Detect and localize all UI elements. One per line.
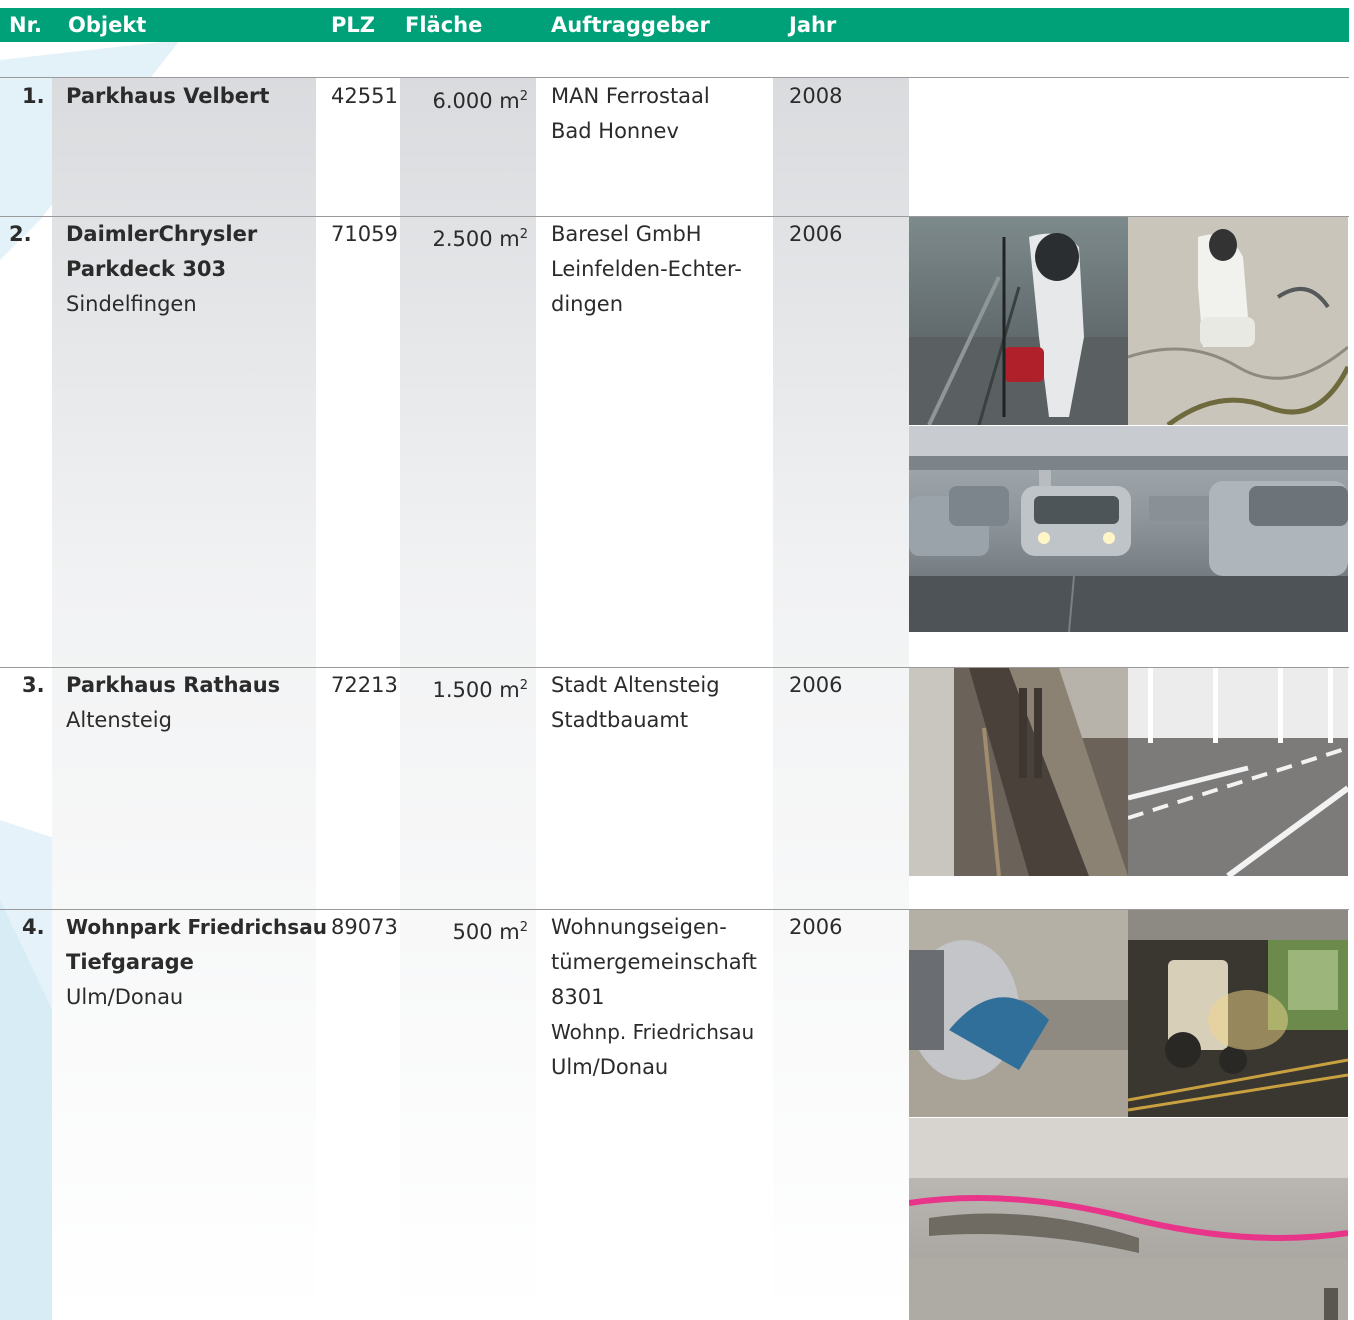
row-auftraggeber-line: MAN Ferrostaal xyxy=(551,84,710,108)
parking-deck-cars-photo xyxy=(909,426,1348,632)
row-objekt-title: Parkhaus Rathaus xyxy=(66,673,281,697)
row-flaeche: 1.500 m2 xyxy=(400,668,528,708)
row-objekt-title: Tiefgarage xyxy=(66,950,194,974)
row-auftraggeber-line: dingen xyxy=(551,292,624,316)
row-jahr: 2006 xyxy=(789,915,843,939)
row-objekt-title: Parkdeck 303 xyxy=(66,257,227,281)
row-plz: 42551 xyxy=(331,84,398,108)
garage-machine-photo xyxy=(1128,910,1348,1117)
row-auftraggeber-line: Bad Honnev xyxy=(551,119,679,143)
row-objekt-location: Sindelfingen xyxy=(66,292,197,316)
header-nr: Nr. xyxy=(9,13,42,37)
header-flaeche: Fläche xyxy=(405,13,483,37)
flaeche-unit-sup: 2 xyxy=(519,227,528,242)
worker-blasting-photo xyxy=(909,217,1128,425)
row-nr: 2. xyxy=(9,222,32,246)
row-flaeche: 2.500 m2 xyxy=(400,217,528,257)
header-plz: PLZ xyxy=(331,13,375,37)
row-flaeche: 6.000 m2 xyxy=(400,79,528,119)
row-auftraggeber-line: Ulm/Donau xyxy=(551,1055,669,1079)
row-objekt-location: Ulm/Donau xyxy=(66,985,184,1009)
reference-list-page: Nr. Objekt PLZ Fläche Auftraggeber Jahr … xyxy=(0,0,1354,1320)
row-objekt-location: Altensteig xyxy=(66,708,172,732)
row-nr: 1. xyxy=(22,84,45,108)
flaeche-value: 1.500 m xyxy=(432,678,520,702)
row-objekt-title: Parkhaus Velbert xyxy=(66,84,270,108)
row-flaeche: 500 m2 xyxy=(400,910,529,950)
row-objekt-title: DaimlerChrysler xyxy=(66,222,258,246)
worker-crack-repair-photo xyxy=(1128,217,1348,425)
coated-parking-floor-photo xyxy=(1128,668,1348,876)
row-plz: 72213 xyxy=(331,673,398,697)
flaeche-unit-sup: 2 xyxy=(519,678,528,693)
row-plz: 89073 xyxy=(331,915,398,939)
row-auftraggeber-line: Wohnungseigen- xyxy=(551,915,727,939)
row-plz: 71059 xyxy=(331,222,398,246)
drainage-channel-photo xyxy=(909,668,1128,876)
header-jahr: Jahr xyxy=(789,13,837,37)
flaeche-value: 500 m xyxy=(452,920,520,944)
floor-saw-photo xyxy=(909,910,1128,1117)
row-nr: 3. xyxy=(22,673,45,697)
flaeche-value: 2.500 m xyxy=(432,227,520,251)
row-auftraggeber-line: Stadt Altensteig xyxy=(551,673,720,697)
row-auftraggeber-line: Stadtbauamt xyxy=(551,708,689,732)
flaeche-value: 6.000 m xyxy=(432,89,520,113)
row-auftraggeber-line: tümergemeinschaft xyxy=(551,950,757,974)
row-jahr: 2006 xyxy=(789,673,843,697)
row-jahr: 2008 xyxy=(789,84,843,108)
concrete-beam-repair-photo xyxy=(909,1118,1348,1320)
row-divider xyxy=(0,77,1349,78)
flaeche-unit-sup: 2 xyxy=(519,89,528,104)
row-jahr: 2006 xyxy=(789,222,843,246)
flaeche-unit-sup: 2 xyxy=(519,920,528,935)
row-auftraggeber-line: Wohnp. Friedrichsau xyxy=(551,1020,755,1044)
row-objekt-title: Wohnpark Friedrichsau xyxy=(66,915,327,939)
row-nr: 4. xyxy=(22,915,45,939)
row-auftraggeber-line: Baresel GmbH xyxy=(551,222,702,246)
row-auftraggeber-line: 8301 xyxy=(551,985,605,1009)
header-auftraggeber: Auftraggeber xyxy=(551,13,710,37)
row-auftraggeber-line: Leinfelden-Echter- xyxy=(551,257,742,281)
header-objekt: Objekt xyxy=(68,13,147,37)
